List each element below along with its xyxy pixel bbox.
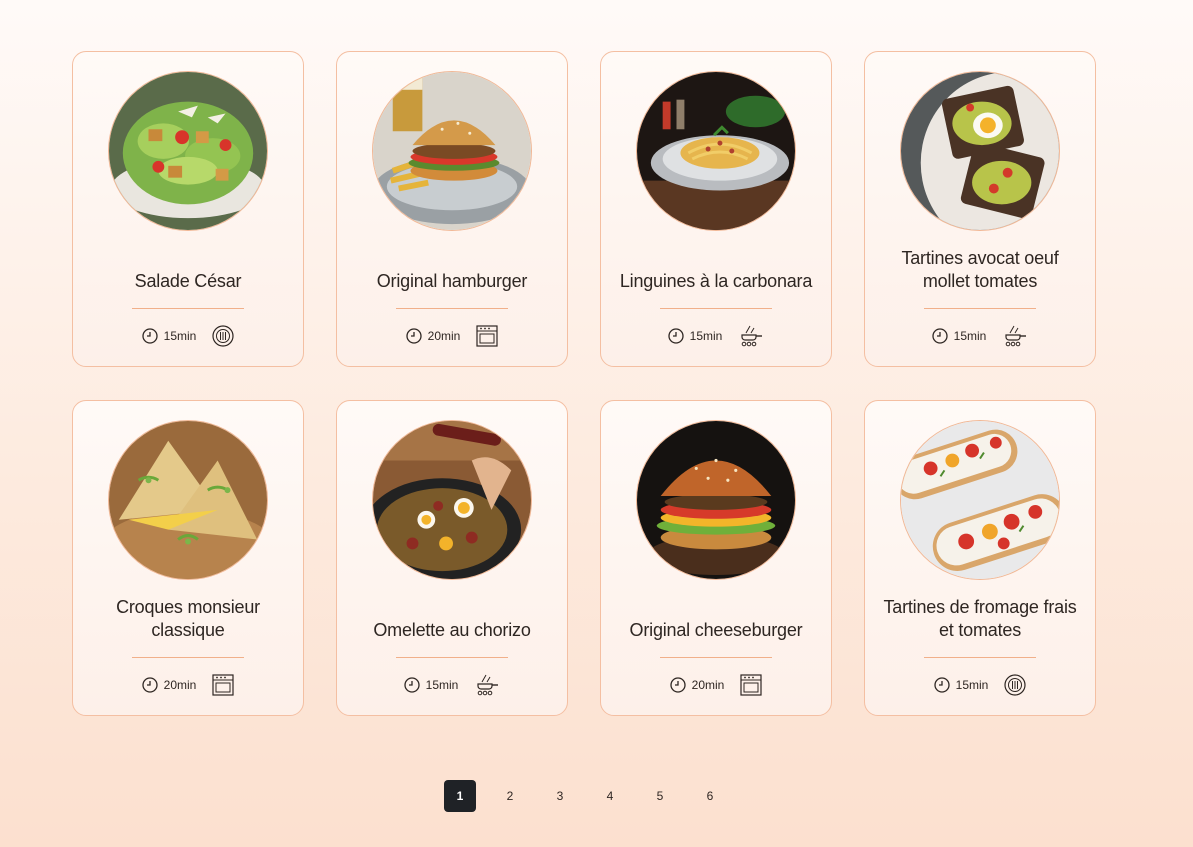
recipe-title: Linguines à la carbonara [619,271,813,291]
recipe-photo-bruschetta [900,420,1060,580]
recipe-grid: Salade César 15min Original hamburger 20… [72,51,1096,716]
recipe-title: Tartines de fromage frais et tomates [883,597,1077,640]
recipe-card[interactable]: Croques monsieur classique 20min [72,400,304,716]
prep-time: 15min [404,677,459,693]
recipe-meta: 20min [337,324,567,348]
clock-icon [934,677,950,693]
recipe-title: Tartines avocat oeuf mollet tomates [901,248,1059,291]
recipe-photo-salad [108,71,268,231]
stovetop-icon [738,325,764,347]
prep-time-label: 15min [689,329,723,343]
recipe-photo-toast [900,71,1060,231]
divider [660,308,772,309]
clock-icon [668,328,684,344]
no-cook-icon [1004,674,1026,696]
recipe-photo-croque [108,420,268,580]
stovetop-icon [474,674,500,696]
recipe-card[interactable]: Tartines avocat oeuf mollet tomates 15mi… [864,51,1096,367]
divider [132,308,244,309]
page-button-6[interactable]: 6 [694,780,726,812]
recipe-photo-cheeseburger [636,420,796,580]
page-button-4[interactable]: 4 [594,780,626,812]
divider [660,657,772,658]
clock-icon [142,677,158,693]
prep-time-label: 15min [425,678,459,692]
recipe-meta: 20min [73,673,303,697]
divider [396,657,508,658]
recipe-card[interactable]: Linguines à la carbonara 15min [600,51,832,367]
clock-icon [404,677,420,693]
prep-time: 15min [142,328,197,344]
prep-time-label: 15min [955,678,989,692]
divider [396,308,508,309]
recipe-title: Original hamburger [376,271,528,291]
recipe-title: Salade César [134,271,242,291]
prep-time: 15min [668,328,723,344]
oven-icon [740,674,762,696]
recipe-card[interactable]: Omelette au chorizo 15min [336,400,568,716]
recipe-card[interactable]: Salade César 15min [72,51,304,367]
prep-time-label: 20min [163,678,197,692]
prep-time-label: 20min [691,678,725,692]
page-button-3[interactable]: 3 [544,780,576,812]
page-button-1[interactable]: 1 [444,780,476,812]
recipe-meta: 15min [865,673,1095,697]
recipe-title: Croques monsieur classique [116,597,260,640]
prep-time-label: 20min [427,329,461,343]
oven-icon [476,325,498,347]
recipe-meta: 15min [337,673,567,697]
recipe-card[interactable]: Original cheeseburger 20min [600,400,832,716]
recipe-meta: 15min [601,324,831,348]
stovetop-icon [1002,325,1028,347]
page-button-2[interactable]: 2 [494,780,526,812]
recipe-photo-pasta [636,71,796,231]
divider [132,657,244,658]
clock-icon [406,328,422,344]
recipe-title: Original cheeseburger [629,620,803,640]
oven-icon [212,674,234,696]
prep-time-label: 15min [163,329,197,343]
clock-icon [670,677,686,693]
recipe-card[interactable]: Tartines de fromage frais et tomates 15m… [864,400,1096,716]
recipe-photo-burger [372,71,532,231]
divider [924,308,1036,309]
prep-time: 15min [932,328,987,344]
clock-icon [932,328,948,344]
page-button-5[interactable]: 5 [644,780,676,812]
divider [924,657,1036,658]
recipe-meta: 15min [73,324,303,348]
recipe-photo-omelette [372,420,532,580]
prep-time-label: 15min [953,329,987,343]
recipe-title: Omelette au chorizo [373,620,531,640]
no-cook-icon [212,325,234,347]
prep-time: 15min [934,677,989,693]
clock-icon [142,328,158,344]
pagination: 1 2 3 4 5 6 [444,780,726,812]
recipe-meta: 15min [865,324,1095,348]
prep-time: 20min [406,328,461,344]
prep-time: 20min [142,677,197,693]
prep-time: 20min [670,677,725,693]
recipe-card[interactable]: Original hamburger 20min [336,51,568,367]
recipe-meta: 20min [601,673,831,697]
